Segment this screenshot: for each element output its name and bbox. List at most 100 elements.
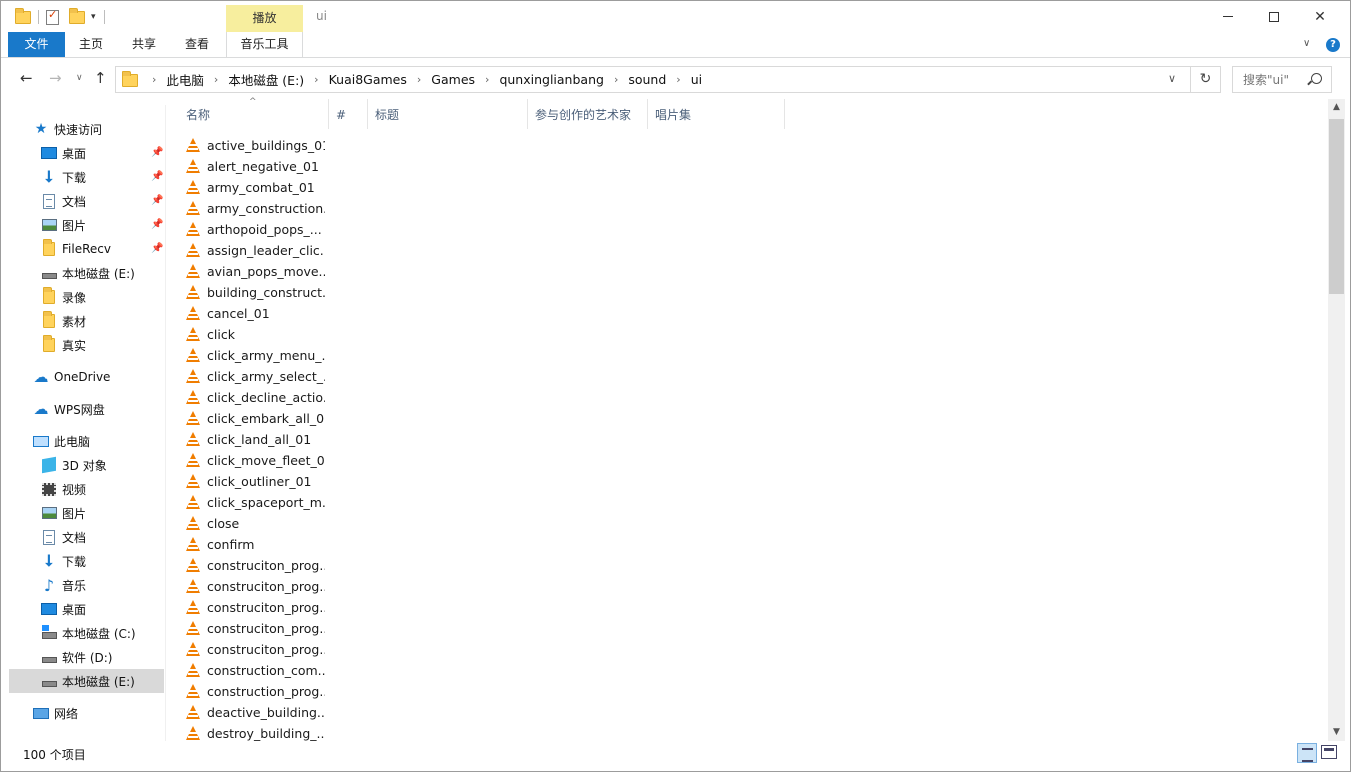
list-item[interactable]: click_move_fleet_01 bbox=[185, 450, 325, 471]
tab-file[interactable]: 文件 bbox=[8, 32, 65, 57]
pin-icon[interactable]: 📌 bbox=[151, 147, 163, 158]
sidebar-item-network[interactable]: 网络 bbox=[9, 701, 164, 725]
search-input[interactable] bbox=[1233, 67, 1309, 92]
new-folder-icon[interactable] bbox=[69, 7, 85, 24]
sidebar-item-onedrive[interactable]: ☁ OneDrive bbox=[9, 365, 164, 389]
list-item[interactable]: deactive_building... bbox=[185, 702, 325, 723]
chevron-right-icon[interactable]: › bbox=[614, 73, 618, 86]
sidebar-item-real[interactable]: 真实 bbox=[9, 333, 164, 357]
list-item[interactable]: arthopoid_pops_... bbox=[185, 219, 325, 240]
sidebar-item-drive-e[interactable]: 本地磁盘 (E:) bbox=[9, 669, 164, 693]
list-item[interactable]: construciton_prog... bbox=[185, 597, 325, 618]
tab-view[interactable]: 查看 bbox=[171, 32, 223, 57]
list-item[interactable]: avian_pops_move... bbox=[185, 261, 325, 282]
list-item[interactable]: alert_negative_01 bbox=[185, 156, 325, 177]
list-item[interactable]: confirm bbox=[185, 534, 325, 555]
details-view-icon[interactable] bbox=[1297, 743, 1317, 763]
column-header-album[interactable]: 唱片集 bbox=[648, 99, 785, 129]
chevron-right-icon[interactable]: › bbox=[314, 73, 318, 86]
list-item[interactable]: army_combat_01 bbox=[185, 177, 325, 198]
list-item[interactable]: cancel_01 bbox=[185, 303, 325, 324]
maximize-button[interactable] bbox=[1251, 1, 1297, 32]
folder-icon[interactable] bbox=[15, 7, 31, 24]
forward-arrow-icon[interactable]: → bbox=[49, 69, 62, 87]
scrollbar-thumb[interactable] bbox=[1329, 119, 1344, 294]
address-bar[interactable]: › 此电脑 › 本地磁盘 (E:) › Kuai8Games › Games ›… bbox=[115, 66, 1191, 93]
pin-icon[interactable]: 📌 bbox=[151, 171, 163, 182]
list-item[interactable]: click_decline_actio... bbox=[185, 387, 325, 408]
list-item[interactable]: click bbox=[185, 324, 325, 345]
list-item[interactable]: click_land_all_01 bbox=[185, 429, 325, 450]
sidebar-item-filerecv[interactable]: FileRecv 📌 bbox=[9, 237, 164, 261]
tab-share[interactable]: 共享 bbox=[117, 32, 171, 57]
list-item[interactable]: click_spaceport_m... bbox=[185, 492, 325, 513]
sidebar-item-quick-access[interactable]: ★ 快速访问 bbox=[9, 117, 164, 141]
back-arrow-icon[interactable]: ← bbox=[20, 69, 33, 87]
recent-locations-chevron-icon[interactable]: ∨ bbox=[76, 73, 83, 83]
breadcrumb-games[interactable]: Games bbox=[431, 72, 475, 87]
chevron-right-icon[interactable]: › bbox=[676, 73, 680, 86]
sidebar-item-pictures[interactable]: 图片 📌 bbox=[9, 213, 164, 237]
sidebar-item-downloads-pc[interactable]: ⭣ 下载 bbox=[9, 549, 164, 573]
sidebar-item-videos[interactable]: 视频 bbox=[9, 477, 164, 501]
list-item[interactable]: click_army_select_... bbox=[185, 366, 325, 387]
search-box[interactable] bbox=[1232, 66, 1332, 93]
list-item[interactable]: click_embark_all_01 bbox=[185, 408, 325, 429]
sidebar-item-desktop-pc[interactable]: 桌面 bbox=[9, 597, 164, 621]
pin-icon[interactable]: 📌 bbox=[151, 219, 163, 230]
list-item[interactable]: construciton_prog... bbox=[185, 639, 325, 660]
scroll-up-icon[interactable]: ▲ bbox=[1328, 99, 1345, 116]
sidebar-item-materials[interactable]: 素材 bbox=[9, 309, 164, 333]
chevron-right-icon[interactable]: › bbox=[485, 73, 489, 86]
pin-icon[interactable]: 📌 bbox=[151, 243, 163, 254]
list-item[interactable]: active_buildings_01 bbox=[185, 135, 325, 156]
tab-home[interactable]: 主页 bbox=[65, 32, 117, 57]
list-item[interactable]: assign_leader_clic... bbox=[185, 240, 325, 261]
help-icon[interactable]: ? bbox=[1326, 38, 1340, 52]
column-header-number[interactable]: # bbox=[329, 99, 368, 129]
list-item[interactable]: construction_com... bbox=[185, 660, 325, 681]
sidebar-item-desktop[interactable]: 桌面 📌 bbox=[9, 141, 164, 165]
expand-ribbon-chevron-icon[interactable]: ∨ bbox=[1303, 38, 1310, 49]
list-item[interactable]: close bbox=[185, 513, 325, 534]
close-button[interactable]: ✕ bbox=[1297, 1, 1343, 32]
list-item[interactable]: construciton_prog... bbox=[185, 576, 325, 597]
list-item[interactable]: army_construction... bbox=[185, 198, 325, 219]
breadcrumb-kuai8games[interactable]: Kuai8Games bbox=[329, 72, 407, 87]
column-header-name[interactable]: 名称 bbox=[179, 99, 329, 129]
chevron-right-icon[interactable]: › bbox=[417, 73, 421, 86]
list-item[interactable]: construciton_prog... bbox=[185, 618, 325, 639]
column-header-title[interactable]: 标题 bbox=[368, 99, 528, 129]
minimize-button[interactable] bbox=[1205, 1, 1251, 32]
list-item[interactable]: construction_prog... bbox=[185, 681, 325, 702]
sidebar-item-documents[interactable]: 文档 📌 bbox=[9, 189, 164, 213]
sidebar-item-recordings[interactable]: 录像 bbox=[9, 285, 164, 309]
scroll-down-icon[interactable]: ▼ bbox=[1328, 724, 1345, 741]
breadcrumb-drive-e[interactable]: 本地磁盘 (E:) bbox=[228, 70, 304, 89]
sidebar-item-drive-e-quick[interactable]: 本地磁盘 (E:) bbox=[9, 261, 164, 285]
sidebar-item-drive-d[interactable]: 软件 (D:) bbox=[9, 645, 164, 669]
tab-music-tools[interactable]: 音乐工具 bbox=[226, 32, 303, 57]
large-icons-view-icon[interactable] bbox=[1321, 745, 1337, 759]
breadcrumb-sound[interactable]: sound bbox=[628, 72, 666, 87]
breadcrumb-qunxinglianbang[interactable]: qunxinglianbang bbox=[499, 72, 604, 87]
sidebar-item-3d-objects[interactable]: 3D 对象 bbox=[9, 453, 164, 477]
address-history-dropdown-icon[interactable]: ∨ bbox=[1168, 72, 1176, 85]
customize-toolbar-dropdown-icon[interactable]: ▾ bbox=[91, 12, 96, 22]
breadcrumb-ui[interactable]: ui bbox=[691, 72, 702, 87]
chevron-right-icon[interactable]: › bbox=[214, 73, 218, 86]
list-item[interactable]: click_outliner_01 bbox=[185, 471, 325, 492]
sidebar-item-this-pc[interactable]: 此电脑 bbox=[9, 429, 164, 453]
sidebar-item-downloads[interactable]: ⭣ 下载 📌 bbox=[9, 165, 164, 189]
search-icon[interactable] bbox=[1311, 73, 1322, 84]
column-header-artists[interactable]: 参与创作的艺术家 bbox=[528, 99, 648, 129]
list-item[interactable]: click_army_menu_... bbox=[185, 345, 325, 366]
sidebar-item-wps[interactable]: ☁ WPS网盘 bbox=[9, 397, 164, 421]
sidebar-item-pictures-pc[interactable]: 图片 bbox=[9, 501, 164, 525]
sidebar-item-documents-pc[interactable]: 文档 bbox=[9, 525, 164, 549]
breadcrumb-this-pc[interactable]: 此电脑 bbox=[166, 70, 204, 89]
sidebar-item-music[interactable]: ♪ 音乐 bbox=[9, 573, 164, 597]
sidebar-item-drive-c[interactable]: 本地磁盘 (C:) bbox=[9, 621, 164, 645]
vertical-scrollbar[interactable]: ▲ ▼ bbox=[1328, 99, 1345, 741]
list-item[interactable]: construciton_prog... bbox=[185, 555, 325, 576]
